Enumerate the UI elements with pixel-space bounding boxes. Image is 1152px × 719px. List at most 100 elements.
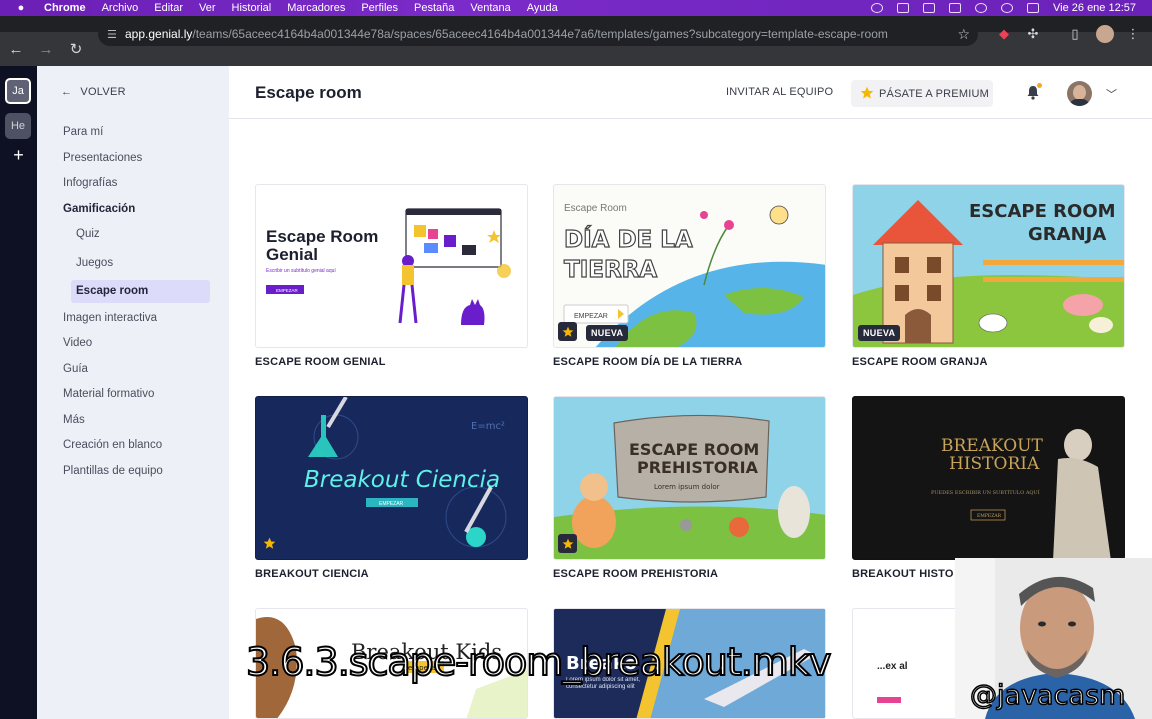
menu-ver[interactable]: Ver (199, 2, 216, 14)
address-bar[interactable]: ☰ app.genial.ly/teams/65aceec4164b4a0013… (98, 22, 978, 46)
thumb-title-1: ESCAPE ROOM (629, 440, 759, 459)
url-host: app.genial.ly (125, 27, 193, 41)
menu-pestana[interactable]: Pestaña (414, 2, 454, 14)
thumb-button: EMPEZAR (977, 513, 1002, 519)
sidebar-item-gamificacion[interactable]: Gamificación (63, 203, 135, 215)
thumb-button: EMPEZAR (276, 288, 299, 293)
thumb-title-1: ESCAPE ROOM (969, 201, 1116, 222)
template-card-granja[interactable]: ESCAPE ROOM GRANJA NUEVA (852, 184, 1125, 348)
bluetooth-icon[interactable] (897, 3, 910, 13)
star-icon (562, 538, 573, 549)
template-card-breakout-historia[interactable]: BREAKOUT HISTORIA PUEDES ESCRIBIR UN SUB… (852, 396, 1125, 560)
chrome-profile-avatar[interactable] (1096, 25, 1114, 43)
premium-label: PÁSATE A PREMIUM (879, 87, 989, 100)
wifi-icon[interactable] (975, 3, 988, 13)
user-avatar[interactable] (1067, 81, 1092, 106)
star-icon (860, 86, 874, 99)
apple-menu-icon[interactable]: ● (12, 2, 30, 14)
menubar-clock[interactable]: Vie 26 ene 12:57 (1053, 2, 1136, 14)
sidebar-item-mas[interactable]: Más (63, 414, 85, 426)
thumb-title-1: Escape Room (266, 227, 378, 246)
template-card-escape-room-genial[interactable]: Escape Room Genial Escribir un subtítulo… (255, 184, 528, 348)
thumb-kicker: Escape Room (564, 203, 627, 214)
template-thumbnail: Escape Room Genial Escribir un subtítulo… (266, 208, 511, 325)
menu-archivo[interactable]: Archivo (102, 2, 139, 14)
extensions-puzzle-icon[interactable]: ✣ (1022, 23, 1044, 45)
premium-star-badge (260, 534, 279, 553)
spotlight-search-icon[interactable] (1001, 3, 1014, 13)
sidebar-item-imagen-interactiva[interactable]: Imagen interactiva (63, 312, 157, 324)
thumb-subtitle: PUEDES ESCRIBIR UN SUBTÍTULO AQUÍ (931, 489, 1040, 496)
volume-icon[interactable] (923, 3, 936, 13)
workspace-rail: Ja He + (0, 66, 37, 719)
pocket-extension-icon[interactable]: ◆ (993, 23, 1015, 45)
chevron-down-icon[interactable]: ﹀ (1106, 86, 1117, 102)
workspace-ja[interactable]: Ja (5, 78, 31, 104)
invite-team-button[interactable]: INVITAR AL EQUIPO (726, 86, 833, 98)
template-card-label[interactable]: ESCAPE ROOM GENIAL (255, 356, 386, 368)
sidebar-item-para-mi[interactable]: Para mí (63, 126, 103, 138)
chrome-menu-icon[interactable]: ⋮ (1122, 23, 1144, 45)
template-thumbnail: E=mc² Breakout Ciencia EMPEZAR (256, 397, 527, 559)
forward-arrow-icon[interactable]: → (32, 35, 60, 63)
template-card-breakout-ciencia[interactable]: E=mc² Breakout Ciencia EMPEZAR (255, 396, 528, 560)
back-arrow-icon[interactable]: ← (2, 35, 30, 63)
back-label: VOLVER (80, 86, 126, 98)
star-icon (562, 326, 573, 337)
thumb-title: Breakout Ciencia (304, 467, 500, 493)
sidebar-item-plantillas-de-equipo[interactable]: Plantillas de equipo (63, 465, 163, 477)
thumb-title-2: TIERRA (564, 257, 657, 283)
sidebar-item-juegos[interactable]: Juegos (76, 257, 113, 269)
sidebar-item-guia[interactable]: Guía (63, 363, 88, 375)
sidebar-item-infografias[interactable]: Infografías (63, 177, 117, 189)
screen-record-icon[interactable] (871, 3, 884, 13)
menu-editar[interactable]: Editar (154, 2, 183, 14)
template-thumbnail: ESCAPE ROOM PREHISTORIA Lorem ipsum dolo… (554, 414, 825, 559)
premium-star-badge (558, 322, 577, 341)
template-card-prehistoria[interactable]: ESCAPE ROOM PREHISTORIA Lorem ipsum dolo… (553, 396, 826, 560)
thumb-title-2: PREHISTORIA (637, 458, 759, 477)
video-filename-caption: 3.6.3.scape-room_breakout.mkv (245, 639, 832, 685)
template-card-dia-de-la-tierra[interactable]: Escape Room DÍA DE LA TIERRA EMPEZAR NUE… (553, 184, 826, 348)
thumb-subtitle: Lorem ipsum dolor (654, 483, 720, 491)
sidebar-item-presentaciones[interactable]: Presentaciones (63, 152, 142, 164)
back-button[interactable]: ← VOLVER (61, 86, 126, 98)
bookmark-star-icon[interactable]: ☆ (957, 26, 970, 43)
thumb-subtitle: Escribir un subtítulo genial aquí (266, 268, 336, 274)
menu-marcadores[interactable]: Marcadores (287, 2, 345, 14)
page-title: Escape room (255, 83, 362, 102)
macos-menu-bar: ● Chrome Archivo Editar Ver Historial Ma… (0, 0, 1152, 16)
thumb-button: EMPEZAR (379, 501, 404, 507)
templates-sidebar: ← VOLVER Para mí Presentaciones Infograf… (37, 66, 229, 719)
menu-app-name[interactable]: Chrome (44, 2, 86, 14)
add-workspace-button[interactable]: + (0, 145, 37, 166)
template-card-label[interactable]: ESCAPE ROOM PREHISTORIA (553, 568, 718, 580)
url-text: app.genial.ly/teams/65aceec4164b4a001344… (125, 27, 888, 41)
thumb-title-1: DÍA DE LA (564, 225, 693, 253)
menu-perfiles[interactable]: Perfiles (361, 2, 398, 14)
template-card-label[interactable]: ESCAPE ROOM DÍA DE LA TIERRA (553, 356, 742, 368)
battery-icon[interactable] (949, 3, 962, 13)
site-info-icon[interactable]: ☰ (107, 28, 121, 41)
sidebar-item-material-formativo[interactable]: Material formativo (63, 388, 154, 400)
template-card-label[interactable]: BREAKOUT CIENCIA (255, 568, 369, 580)
menu-historial[interactable]: Historial (232, 2, 272, 14)
author-handle-watermark: @javacasm (969, 679, 1126, 712)
sidebar-item-escape-room[interactable]: Escape room (71, 280, 210, 303)
template-card-label[interactable]: BREAKOUT HISTORIA (852, 568, 954, 580)
template-card-label[interactable]: ESCAPE ROOM GRANJA (852, 356, 988, 368)
sidebar-item-video[interactable]: Video (63, 337, 92, 349)
control-center-icon[interactable] (1027, 3, 1040, 13)
go-premium-button[interactable]: PÁSATE A PREMIUM (851, 80, 993, 107)
side-panel-icon[interactable]: ▯ (1064, 23, 1086, 45)
notification-dot (1037, 83, 1042, 88)
sidebar-item-creacion-en-blanco[interactable]: Creación en blanco (63, 439, 162, 451)
menu-ayuda[interactable]: Ayuda (527, 2, 558, 14)
menu-ventana[interactable]: Ventana (470, 2, 510, 14)
thumb-title-2: Genial (266, 245, 318, 264)
url-path: /teams/65aceec4164b4a001344e78a/spaces/6… (192, 27, 888, 41)
reload-icon[interactable]: ↻ (62, 35, 90, 63)
sidebar-item-quiz[interactable]: Quiz (76, 228, 100, 240)
app-header: INVITAR AL EQUIPO PÁSATE A PREMIUM ﹀ (229, 66, 1152, 119)
workspace-he[interactable]: He (5, 113, 31, 139)
